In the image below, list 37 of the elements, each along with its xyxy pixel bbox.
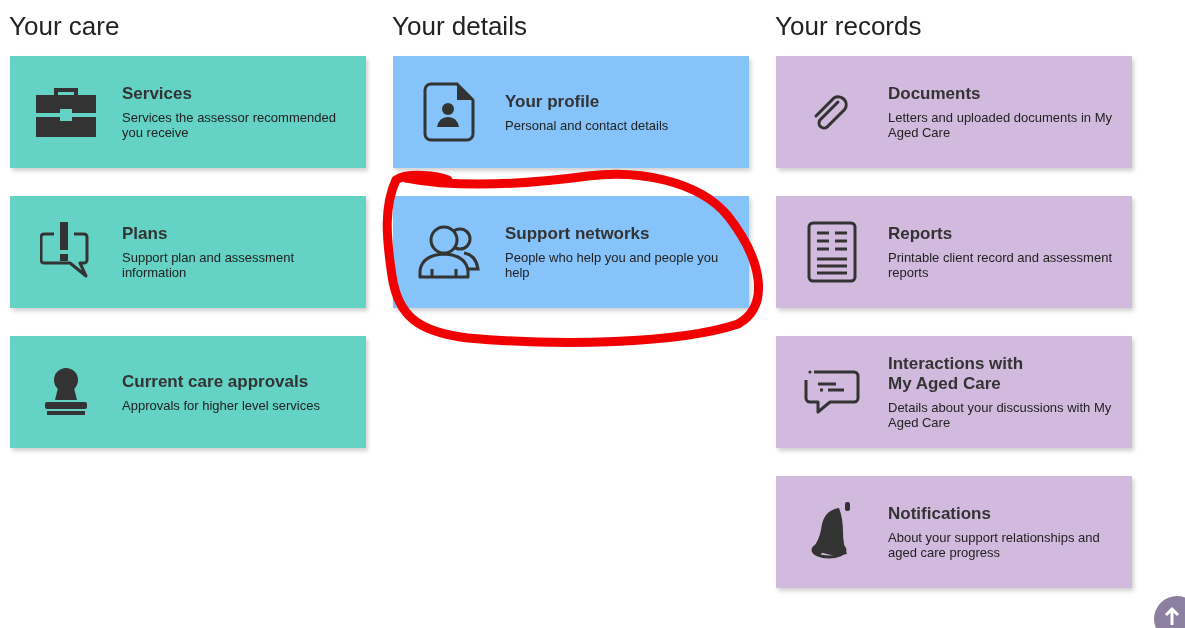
nav-card[interactable]: Reports Printable client record and assessment reports (776, 196, 1132, 308)
nav-card[interactable]: Current care approvals Approvals for higher level services (10, 336, 366, 448)
section-heading: Your care (9, 10, 120, 43)
nav-card[interactable]: Notifications About your support relationships and aged care progress (776, 476, 1132, 588)
card-description: About your support relationships and aged care progress (888, 530, 1101, 560)
card-title: Notifications (888, 504, 992, 524)
nav-card[interactable]: Your profile Personal and contact details (393, 56, 749, 168)
briefcase-icon (36, 87, 96, 137)
arrow-up-icon (1164, 606, 1180, 626)
nav-card[interactable]: Services Services the assessor recommended you receive (10, 56, 366, 168)
card-title: Services (122, 84, 193, 104)
section-heading: Your records (775, 10, 922, 43)
nav-card[interactable]: Plans Support plan and assessment information (10, 196, 366, 308)
card-description: Letters and uploaded documents in My Aged Care (888, 110, 1114, 140)
nav-card[interactable]: Documents Letters and uploaded documents in My Aged Care (776, 56, 1132, 168)
card-description: Personal and contact details (505, 117, 669, 133)
section-heading: Your details (392, 10, 527, 43)
report-document-icon (807, 221, 857, 283)
card-title: Interactions with My Aged Care (888, 354, 1025, 394)
card-description: Support plan and assessment information (122, 250, 295, 280)
nav-card[interactable]: Interactions with My Aged Care Details about your discussions with My Aged Care (776, 336, 1132, 448)
card-title: Support networks (505, 224, 651, 244)
card-title: Documents (888, 84, 982, 104)
card-title: Plans (122, 224, 169, 244)
card-title: Your profile (505, 91, 601, 112)
stamp-icon (44, 368, 88, 416)
card-title: Reports (888, 224, 954, 244)
profile-document-icon (423, 82, 475, 142)
card-description: Printable client record and assessment reports (888, 250, 1113, 280)
nav-card[interactable]: Support networks People who help you and people you help (393, 196, 749, 308)
card-description: People who help you and people you help (505, 250, 720, 280)
card-description: Services the assessor recommended you receive (122, 110, 337, 140)
card-title: Current care approvals (122, 371, 310, 392)
card-description: Details about your discussions with My Aged Care (888, 400, 1113, 430)
chat-message-icon (804, 368, 860, 416)
people-icon (418, 225, 480, 279)
card-description: Approvals for higher level services (122, 397, 320, 413)
